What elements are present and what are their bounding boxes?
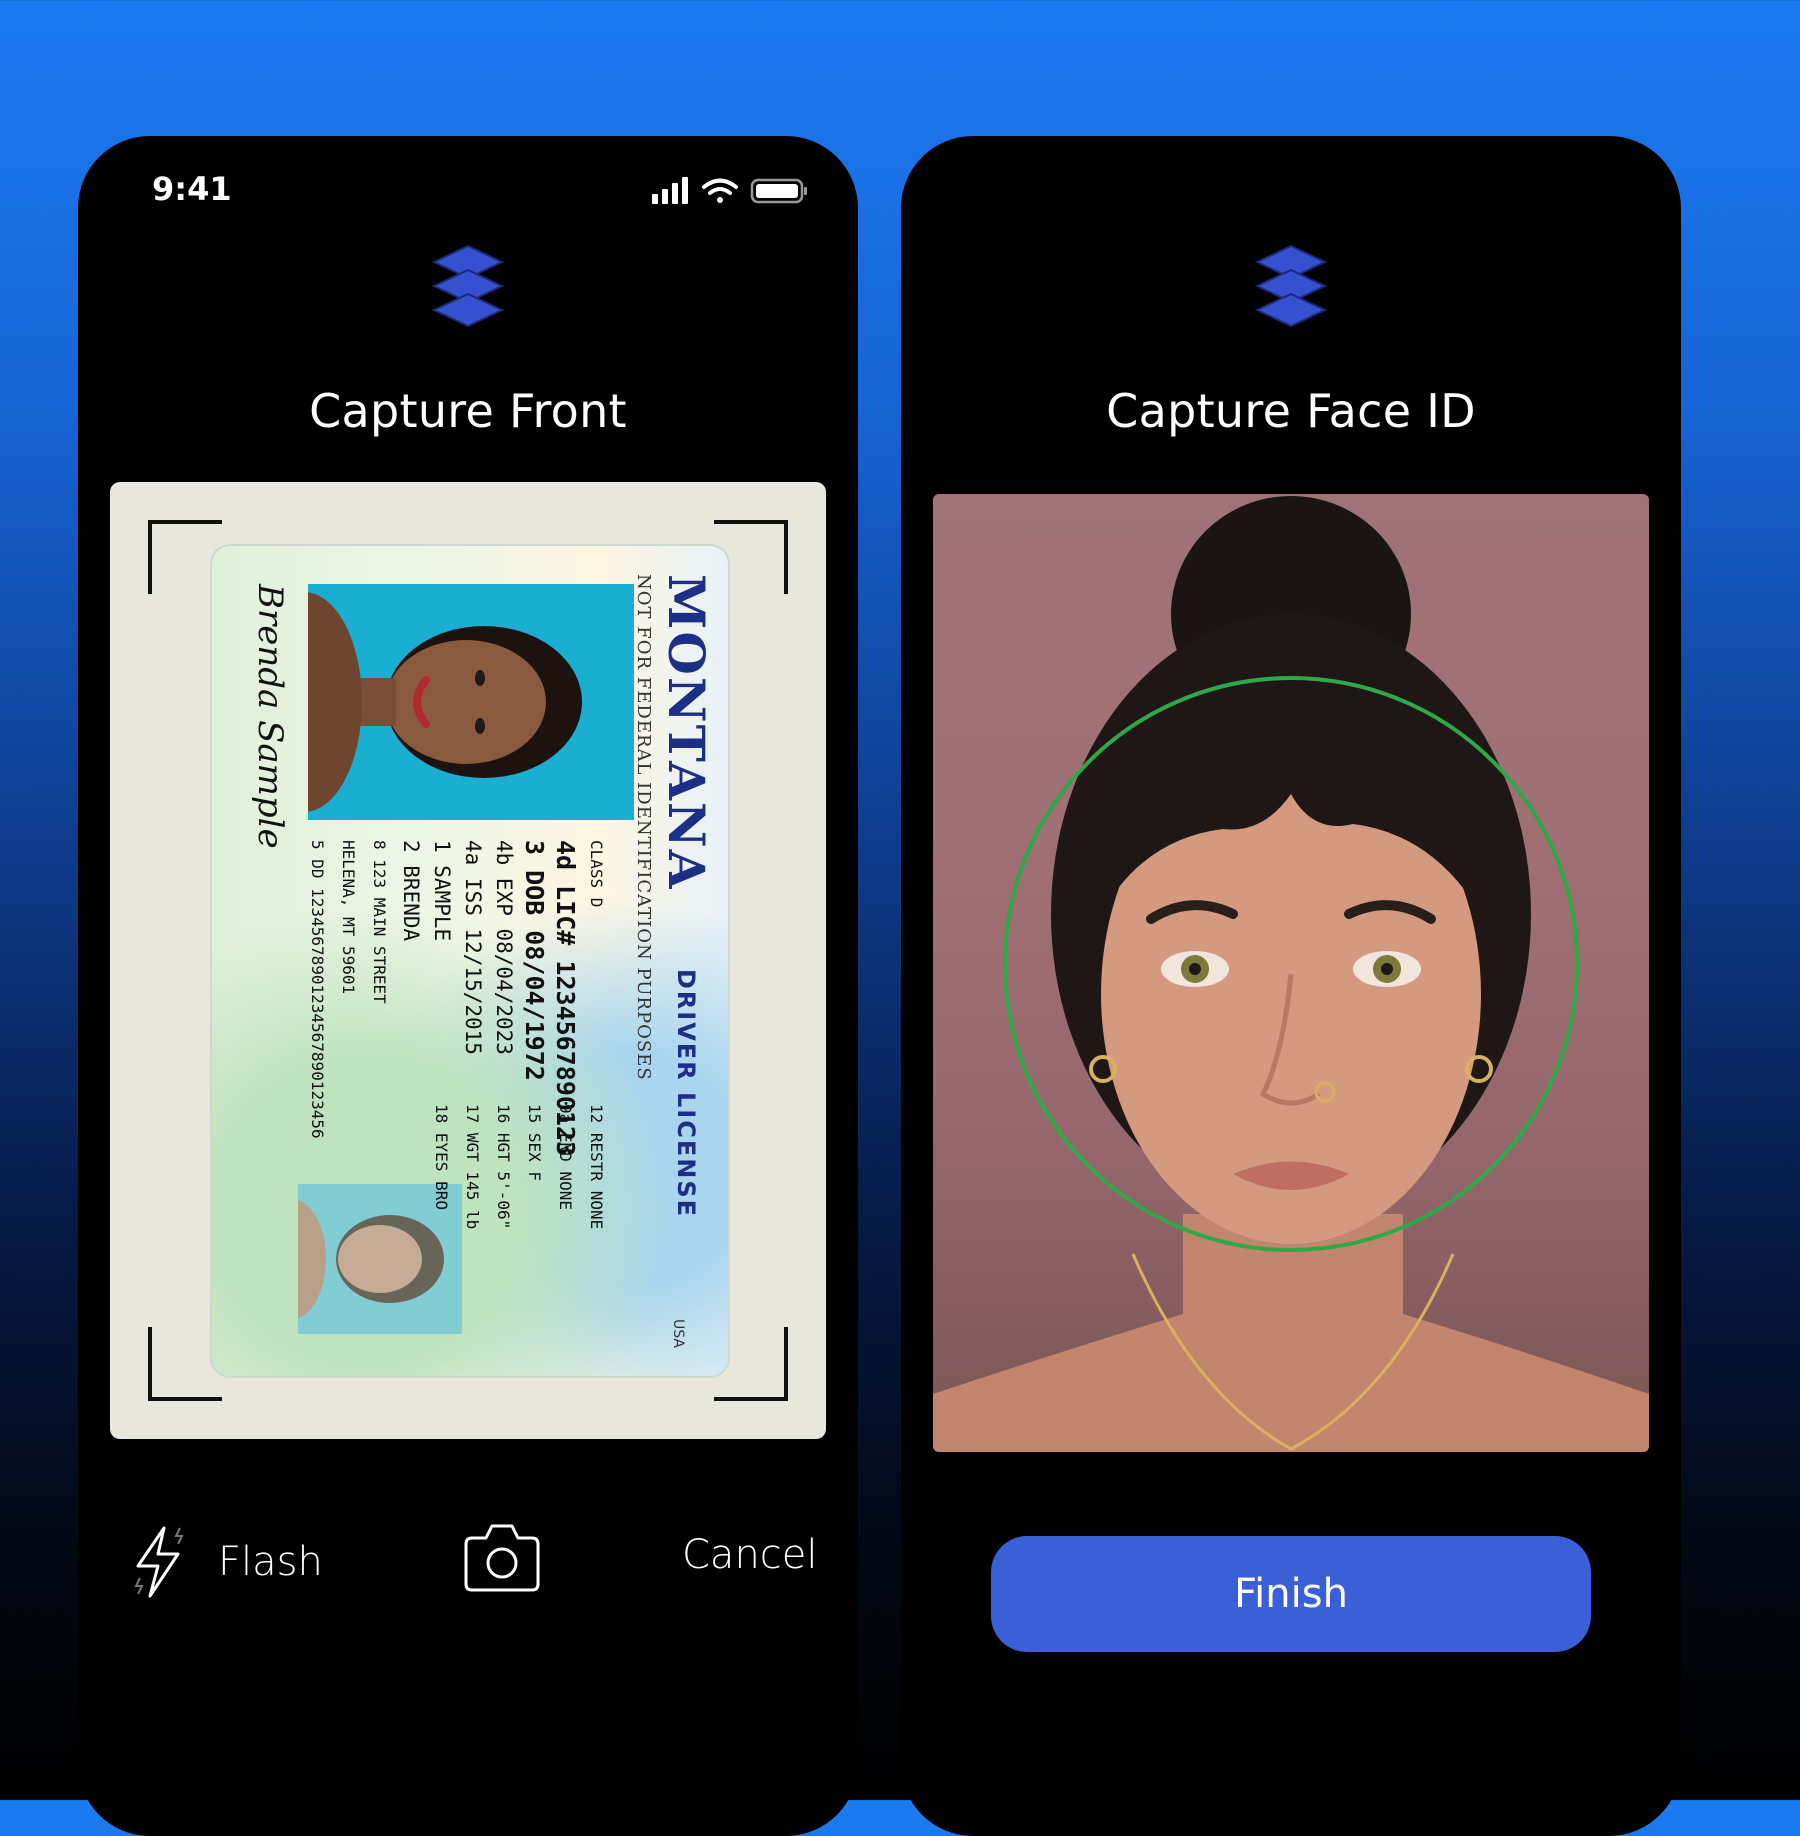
shutter-button[interactable] (462, 1522, 542, 1598)
flash-button[interactable]: Flash (130, 1524, 323, 1600)
app-logo (431, 244, 505, 334)
license-field: 17 WGT 145 lb (463, 1104, 482, 1230)
license-field: 16 HGT 5'-06" (494, 1104, 513, 1230)
status-icons (652, 176, 808, 210)
wifi-icon (702, 178, 738, 203)
cancel-button[interactable]: Cancel (682, 1532, 818, 1578)
license-country: USA (670, 1319, 686, 1348)
flash-label: Flash (218, 1539, 323, 1585)
cancel-label: Cancel (682, 1532, 818, 1578)
face-camera-preview (933, 494, 1649, 1452)
status-time: 9:41 (152, 170, 232, 208)
license-signature: Brenda Sample (250, 584, 290, 849)
finish-label: Finish (1234, 1571, 1348, 1617)
phone-screen-capture-front: 9:41 Capture Front MONTANA DRIVER LICENS… (78, 136, 858, 1836)
finish-button[interactable]: Finish (991, 1536, 1591, 1652)
signal-icon (652, 177, 688, 204)
license-field: 9a END NONE (556, 1104, 575, 1210)
license-extra-fields: 12 RESTR NONE 9a END NONE 15 SEX F 16 HG… (426, 1104, 612, 1229)
face-guide-circle (1003, 676, 1579, 1252)
license-field: 12 RESTR NONE (587, 1104, 606, 1230)
id-capture-viewfinder: MONTANA DRIVER LICENSE USA NOT FOR FEDER… (110, 482, 826, 1439)
license-field: 5 DD 12345678901234567890123456 (308, 840, 327, 1139)
page-title: Capture Front (309, 384, 627, 438)
stacked-layers-logo-icon (431, 244, 505, 328)
stacked-layers-logo-icon (1254, 244, 1328, 328)
flash-icon (134, 1526, 184, 1598)
license-type: DRIVER LICENSE (672, 968, 700, 1218)
camera-icon (464, 1524, 540, 1592)
license-field: 18 EYES BRO (432, 1104, 451, 1210)
license-state: MONTANA (657, 574, 716, 891)
page-title: Capture Face ID (1106, 384, 1476, 438)
battery-icon (750, 178, 807, 204)
license-field: 8 123 MAIN STREET (370, 840, 389, 1004)
license-notice: NOT FOR FEDERAL IDENTIFICATION PURPOSES (633, 574, 654, 1081)
license-field: HELENA, MT 59601 (339, 840, 358, 995)
phone-screen-capture-face: Capture Face ID Finish (901, 136, 1681, 1836)
app-logo (1254, 244, 1328, 334)
license-photo (308, 584, 634, 820)
driver-license-card: MONTANA DRIVER LICENSE USA NOT FOR FEDER… (210, 544, 730, 1378)
license-field: 2 BRENDA (399, 840, 423, 942)
license-field: 15 SEX F (525, 1104, 544, 1182)
